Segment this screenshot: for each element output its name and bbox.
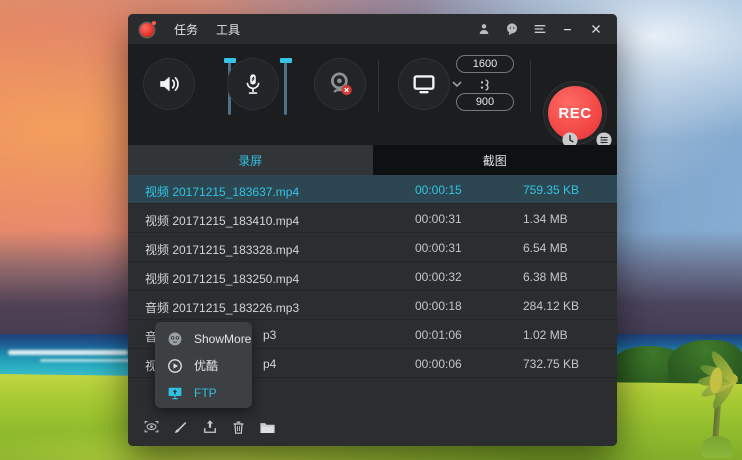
file-name: p3 <box>263 328 276 342</box>
upload-share-icon[interactable] <box>200 418 219 437</box>
file-size: 284.12 KB <box>523 299 579 313</box>
file-duration: 00:00:18 <box>415 299 462 313</box>
preview-eye-icon[interactable] <box>142 418 161 437</box>
file-name: p4 <box>263 357 276 371</box>
youku-play-icon <box>166 357 184 375</box>
open-folder-icon[interactable] <box>258 418 277 437</box>
file-duration: 00:00:06 <box>415 357 462 371</box>
file-actions-bar <box>128 408 617 446</box>
delete-trash-icon[interactable] <box>229 418 248 437</box>
webcam-button[interactable] <box>314 58 366 110</box>
microphone-icon <box>240 71 266 97</box>
ftp-server-icon <box>166 384 184 402</box>
file-size: 759.35 KB <box>523 183 579 197</box>
list-item[interactable]: 视频 20171215_183250.mp4 00:00:32 6.38 MB <box>128 262 617 291</box>
file-size: 6.54 MB <box>523 241 568 255</box>
file-duration: 00:00:32 <box>415 270 462 284</box>
record-width-input[interactable] <box>456 55 514 73</box>
microphone-button[interactable] <box>227 58 279 110</box>
menu-tools[interactable]: 工具 <box>216 21 240 38</box>
file-name: 视频 20171215_183410.mp4 <box>145 212 299 229</box>
tab-screen-recordings[interactable]: 录屏 <box>128 145 373 175</box>
list-item[interactable]: 视频 20171215_183328.mp4 00:00:31 6.54 MB <box>128 233 617 262</box>
monitor-icon <box>410 70 438 98</box>
tab-screenshots[interactable]: 截图 <box>373 145 618 175</box>
list-item[interactable]: 视频 20171215_183637.mp4 00:00:15 759.35 K… <box>128 175 617 204</box>
webcam-disabled-icon <box>325 69 355 99</box>
wallpaper-palm-tree <box>688 338 742 460</box>
share-item-label: ShowMore <box>194 332 251 346</box>
main-menu-icon[interactable] <box>531 20 549 38</box>
file-size: 1.34 MB <box>523 212 568 226</box>
menu-bar: 任务 工具 <box>174 21 240 38</box>
wallpaper-wave <box>40 359 130 362</box>
toolbar-divider <box>530 60 531 112</box>
wallpaper-wave <box>8 350 128 355</box>
titlebar: 任务 工具 <box>128 14 617 44</box>
record-height-input[interactable] <box>456 93 514 111</box>
close-button[interactable] <box>587 20 605 38</box>
tab-bar: 录屏 截图 <box>128 145 617 175</box>
showmore-icon <box>166 330 184 348</box>
menu-tasks[interactable]: 任务 <box>174 21 198 38</box>
share-item-label: FTP <box>194 386 217 400</box>
share-item-label: 优酷 <box>194 357 218 374</box>
account-icon[interactable] <box>475 20 493 38</box>
list-item[interactable]: 音频 20171215_183226.mp3 00:00:18 284.12 K… <box>128 291 617 320</box>
chevron-down-icon <box>452 81 462 88</box>
file-name: 视频 20171215_183637.mp4 <box>145 183 299 200</box>
file-name: 视频 20171215_183328.mp4 <box>145 241 299 258</box>
app-logo-icon <box>139 21 156 38</box>
share-item-showmore[interactable]: ShowMore <box>155 325 252 352</box>
file-size: 6.38 MB <box>523 270 568 284</box>
share-popup-menu: ShowMore 优酷 FTP <box>155 322 252 408</box>
file-size: 1.02 MB <box>523 328 568 342</box>
list-item[interactable]: 视频 20171215_183410.mp4 00:00:31 1.34 MB <box>128 204 617 233</box>
edit-brush-icon[interactable] <box>171 418 190 437</box>
toolbar-divider <box>378 60 379 112</box>
feedback-icon[interactable] <box>503 20 521 38</box>
microphone-volume-slider[interactable] <box>284 60 287 115</box>
recorder-app-window: 任务 工具 <box>128 14 617 446</box>
file-duration: 00:01:06 <box>415 328 462 342</box>
file-name: 音频 20171215_183226.mp3 <box>145 299 299 316</box>
aspect-link-icon[interactable] <box>476 77 494 93</box>
minimize-button[interactable] <box>559 20 577 38</box>
share-item-youku[interactable]: 优酷 <box>155 352 252 379</box>
file-duration: 00:00:31 <box>415 212 462 226</box>
speaker-icon <box>155 70 183 98</box>
file-duration: 00:00:15 <box>415 183 462 197</box>
file-size: 732.75 KB <box>523 357 579 371</box>
system-sound-button[interactable] <box>143 58 195 110</box>
file-duration: 00:00:31 <box>415 241 462 255</box>
share-item-ftp[interactable]: FTP <box>155 379 252 406</box>
recording-toolbar: REC <box>128 44 617 145</box>
display-select-button[interactable] <box>398 58 450 110</box>
file-name: 视频 20171215_183250.mp4 <box>145 270 299 287</box>
